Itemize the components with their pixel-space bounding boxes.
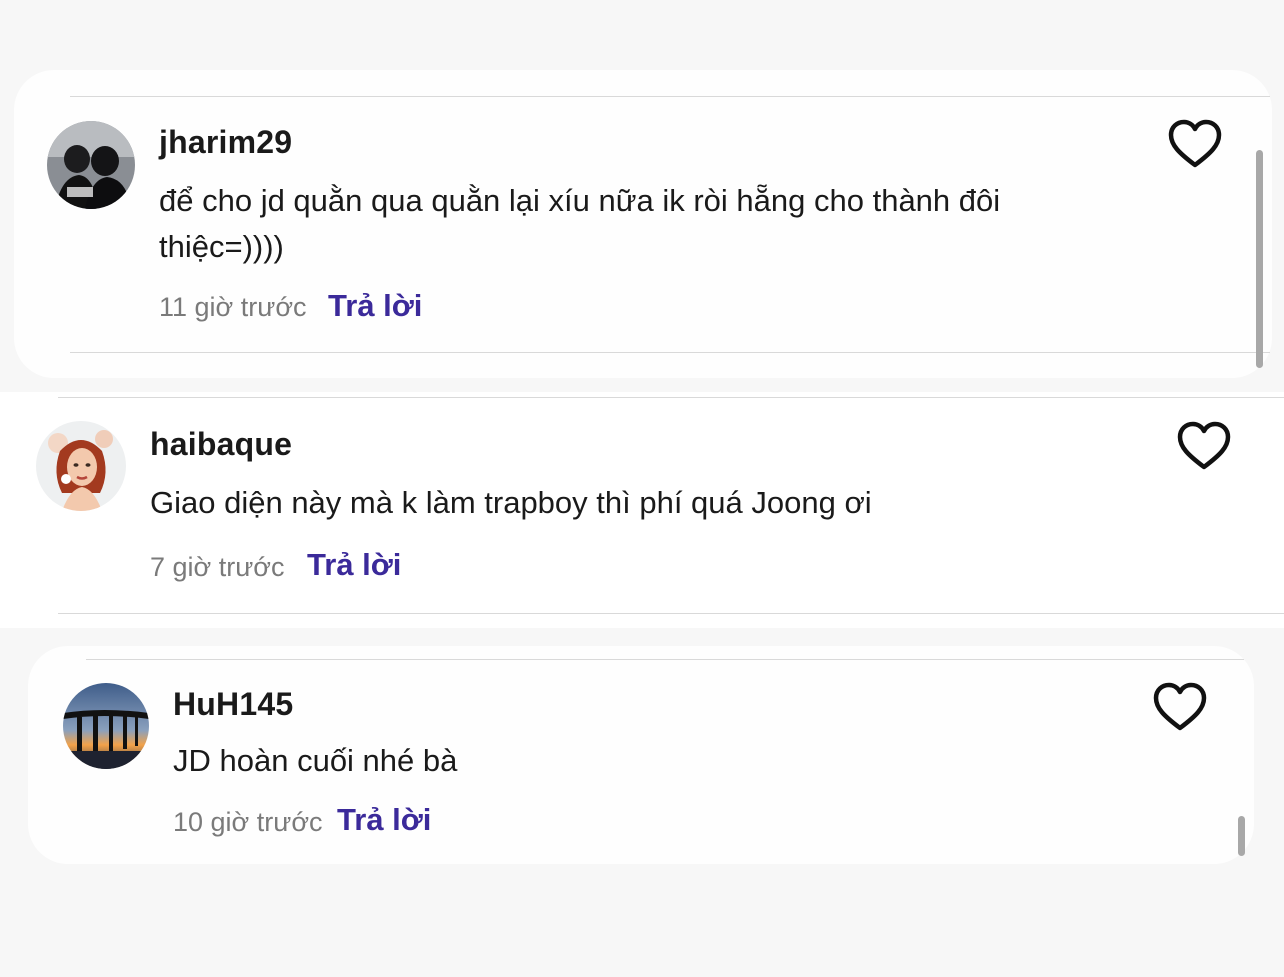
heart-outline-icon[interactable] xyxy=(1176,420,1232,472)
comment-timestamp: 11 giờ trước xyxy=(159,292,307,322)
scrollbar[interactable] xyxy=(1238,816,1245,856)
scrollbar[interactable] xyxy=(1256,150,1263,368)
comment-text: Giao diện này mà k làm trapboy thì phí q… xyxy=(150,485,872,520)
avatar[interactable] xyxy=(36,421,126,511)
comment-text: để cho jd quằn qua quằn lại xíu nữa ik r… xyxy=(159,183,1001,264)
comment-timestamp: 10 giờ trước xyxy=(173,807,323,837)
reply-button[interactable]: Trả lời xyxy=(328,288,422,324)
avatar[interactable] xyxy=(47,121,135,209)
divider xyxy=(58,397,1284,398)
comment-text: JD hoàn cuối nhé bà xyxy=(173,743,458,778)
username[interactable]: haibaque xyxy=(150,426,292,463)
username[interactable]: HuH145 xyxy=(173,686,293,723)
heart-outline-icon[interactable] xyxy=(1152,681,1208,733)
avatar[interactable] xyxy=(63,683,149,769)
divider xyxy=(86,659,1244,660)
divider xyxy=(70,96,1270,97)
comment-timestamp: 7 giờ trước xyxy=(150,552,285,582)
reply-button[interactable]: Trả lời xyxy=(337,802,431,838)
divider xyxy=(70,352,1270,353)
username[interactable]: jharim29 xyxy=(159,124,292,161)
heart-outline-icon[interactable] xyxy=(1167,118,1223,170)
reply-button[interactable]: Trả lời xyxy=(307,547,401,583)
divider xyxy=(58,613,1284,614)
